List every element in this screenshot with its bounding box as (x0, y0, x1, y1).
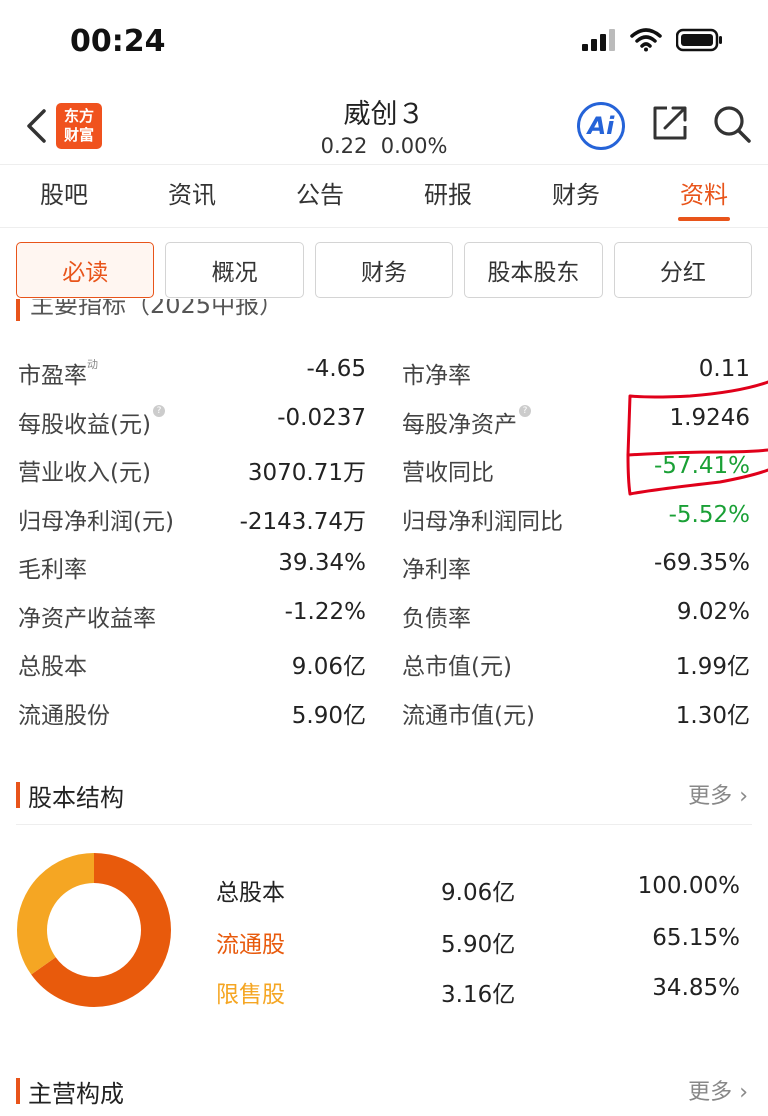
tab-announcements[interactable]: 公告 (256, 165, 384, 227)
equity-more-link[interactable]: 更多 › (688, 778, 748, 810)
subtab-overview[interactable]: 概况 (165, 242, 304, 298)
battery-icon (676, 28, 722, 52)
ai-label: Ai (587, 112, 615, 140)
equity-amount: 3.16亿 (441, 982, 516, 1008)
status-time: 00:24 (70, 24, 166, 59)
divider (16, 824, 752, 825)
help-icon[interactable]: ? (152, 404, 165, 417)
main-business-header: 主营构成 更多 › (0, 1068, 768, 1116)
metric-row: 净资产收益率 -1.22% 负债率 9.02% (0, 589, 768, 638)
chevron-right-icon: › (739, 784, 748, 809)
metric-row: 流通股份 5.90亿 流通市值(元) 1.30亿 (0, 686, 768, 735)
metric-label: 净利率 (402, 557, 471, 583)
metric-value: 1.30亿 (675, 702, 750, 729)
metric-value: -4.65 (306, 356, 366, 382)
sub-tabs: 必读 概况 财务 股本股东 分红 (16, 242, 753, 298)
dynamic-superscript: 动 (87, 358, 98, 371)
metric-value: -0.0237 (277, 404, 366, 431)
metric-row: 市盈率动 -4.65 市净率 0.11 (0, 346, 768, 395)
metric-label: 营收同比 (402, 460, 494, 486)
equity-structure-title: 股本结构 (28, 784, 124, 812)
metric-row: 营业收入(元) 3070.71万 营收同比 -57.41% (0, 443, 768, 492)
equity-structure-header: 股本结构 更多 › (0, 772, 768, 820)
metric-value: 0.11 (698, 356, 750, 382)
metric-label: 负债率 (402, 605, 471, 632)
metric-label: 总股本 (18, 654, 87, 680)
metric-label: 每股收益(元)? (18, 404, 165, 439)
equity-row: 总股本 9.06亿 100.00% (0, 865, 768, 906)
main-tabs: 股吧 资讯 公告 研报 财务 资料 (0, 164, 768, 228)
metric-label: 归母净利润(元) (18, 508, 174, 535)
metric-value: -57.41% (654, 453, 750, 479)
tab-research[interactable]: 研报 (384, 165, 512, 227)
metric-label: 市盈率动 (18, 358, 98, 389)
metric-label: 总市值(元) (402, 654, 512, 680)
key-metrics-title: 主要指标（2025中报） (30, 299, 284, 319)
tab-finance[interactable]: 财务 (512, 165, 640, 227)
tab-profile[interactable]: 资料 (640, 165, 768, 227)
stock-price: 0.22 (320, 134, 368, 158)
tab-guba[interactable]: 股吧 (0, 165, 128, 227)
chevron-right-icon: › (739, 1080, 748, 1105)
search-icon[interactable] (712, 104, 752, 144)
equity-name: 流通股 (216, 932, 285, 958)
stock-change: 0.00% (380, 134, 448, 158)
metric-value: 1.99亿 (675, 654, 750, 680)
stock-header: 东方 财富 威创３ 0.22 0.00% Ai (0, 88, 768, 164)
key-metrics-table: 市盈率动 -4.65 市净率 0.11 每股收益(元)? -0.0237 每股净… (0, 346, 768, 734)
signal-icon (582, 29, 615, 51)
wifi-icon (630, 28, 662, 52)
status-icons (582, 28, 724, 52)
metric-value: -69.35% (654, 550, 750, 576)
equity-percent: 65.15% (652, 925, 740, 951)
main-business-more-link[interactable]: 更多 › (688, 1074, 748, 1106)
metric-value: -1.22% (284, 598, 366, 625)
metric-row: 每股收益(元)? -0.0237 每股净资产? 1.9246 (0, 395, 768, 444)
equity-name: 限售股 (216, 982, 285, 1008)
metric-row: 毛利率 39.34% 净利率 -69.35% (0, 540, 768, 589)
metric-label: 流通市值(元) (402, 702, 535, 729)
section-accent-bar (16, 299, 20, 321)
equity-amount: 5.90亿 (441, 932, 516, 958)
metric-value: 9.06亿 (291, 654, 366, 680)
tab-news[interactable]: 资讯 (128, 165, 256, 227)
subtab-must-read[interactable]: 必读 (16, 242, 155, 298)
metric-value: 1.9246 (669, 404, 750, 431)
section-accent-bar (16, 1078, 20, 1104)
metric-label: 毛利率 (18, 557, 87, 583)
metric-label: 每股净资产? (402, 404, 531, 439)
metric-value: 3070.71万 (247, 460, 366, 486)
metric-label: 流通股份 (18, 702, 110, 729)
equity-row: 流通股 5.90亿 65.15% (0, 917, 768, 958)
help-icon[interactable]: ? (519, 404, 531, 417)
metric-value: 39.34% (278, 550, 366, 576)
metric-value: -5.52% (668, 501, 750, 528)
metric-label: 营业收入(元) (18, 460, 151, 486)
subtab-dividends[interactable]: 分红 (613, 242, 753, 298)
main-business-title: 主营构成 (28, 1080, 124, 1108)
equity-percent: 34.85% (652, 975, 740, 1001)
equity-percent: 100.00% (637, 873, 740, 899)
equity-name: 总股本 (216, 880, 285, 906)
subtab-shareholders[interactable]: 股本股东 (464, 242, 603, 298)
metric-label: 市净率 (402, 363, 471, 389)
key-metrics-heading: 主要指标（2025中报） (16, 299, 316, 321)
metric-label: 净资产收益率 (18, 605, 156, 632)
ai-button[interactable]: Ai (577, 102, 625, 150)
equity-row: 限售股 3.16亿 34.85% (0, 967, 768, 1008)
status-bar: 00:24 (0, 0, 768, 88)
equity-amount: 9.06亿 (441, 880, 516, 906)
metric-value: -2143.74万 (239, 508, 366, 535)
section-accent-bar (16, 782, 20, 808)
metric-value: 9.02% (676, 598, 750, 625)
metric-row: 总股本 9.06亿 总市值(元) 1.99亿 (0, 637, 768, 686)
metric-row: 归母净利润(元) -2143.74万 归母净利润同比 -5.52% (0, 492, 768, 541)
metric-label: 归母净利润同比 (402, 508, 563, 535)
subtab-finance[interactable]: 财务 (314, 242, 454, 298)
share-icon[interactable] (651, 104, 689, 142)
metric-value: 5.90亿 (291, 702, 366, 729)
